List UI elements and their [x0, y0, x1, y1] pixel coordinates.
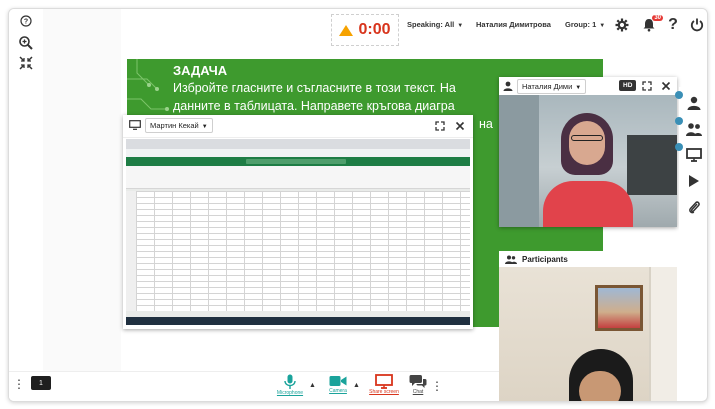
status-dot	[675, 143, 683, 151]
bottom-bar: ⋮ 1 Microphone ▲ Camera ▲ Share screen C…	[9, 371, 499, 401]
group-label: Group: 1	[565, 20, 597, 29]
person-clothing	[543, 181, 633, 227]
microphone-icon	[284, 374, 296, 389]
microphone-label: Microphone	[276, 390, 304, 396]
spreadsheet-grid	[136, 191, 470, 311]
paperclip-icon[interactable]	[683, 197, 705, 217]
notification-count: 30	[652, 15, 663, 21]
spreadsheet-ribbon	[126, 166, 470, 189]
power-icon[interactable]	[687, 15, 707, 35]
camera-button[interactable]: Camera	[323, 374, 353, 400]
chat-icon	[409, 375, 427, 388]
session-timer[interactable]: 0:00	[331, 14, 399, 46]
hd-badge[interactable]: HD	[619, 80, 637, 91]
monitor-icon	[375, 374, 393, 389]
top-bar: 0:00 Speaking: All ▼ Наталия Димитрова Gr…	[121, 9, 707, 46]
speaking-label: Speaking: All	[407, 20, 455, 29]
chevron-down-icon: ▼	[201, 124, 208, 130]
help-icon[interactable]: ?	[663, 15, 683, 35]
slide-text-line: на	[479, 117, 493, 131]
microphone-button[interactable]: Microphone	[275, 374, 305, 400]
right-toolbar	[675, 87, 707, 247]
browser-tabs	[126, 139, 470, 149]
participants-header: Participants	[499, 251, 677, 267]
person-glasses	[571, 135, 603, 141]
shared-spreadsheet	[126, 139, 470, 325]
share-screen-label: Share screen	[369, 389, 399, 395]
camera-window[interactable]: Наталия Дими ▼ HD	[499, 77, 677, 227]
more-options-icon[interactable]: ⋮	[431, 380, 443, 392]
wall-picture-frame	[595, 285, 643, 331]
spreadsheet-header	[126, 157, 470, 166]
gear-icon[interactable]	[612, 15, 632, 35]
more-options-icon[interactable]: ⋮	[13, 378, 25, 390]
camera-header: Наталия Дими ▼ HD	[499, 77, 677, 95]
page-number[interactable]: 1	[31, 376, 51, 390]
user-name[interactable]: Наталия Димитрова	[476, 20, 551, 29]
participants-title: Participants	[522, 254, 568, 264]
video-background	[499, 95, 539, 227]
timer-value: 0:00	[358, 21, 391, 38]
expand-icon[interactable]	[642, 81, 652, 91]
person-face	[579, 371, 621, 401]
play-icon[interactable]	[683, 171, 705, 191]
monitor-icon	[129, 120, 141, 130]
chevron-down-icon: ▼	[575, 85, 582, 91]
status-dot	[675, 91, 683, 99]
camera-user-name: Наталия Дими	[522, 82, 573, 91]
presenter-name: Мартин Кекай	[150, 121, 199, 130]
video-background	[627, 135, 677, 195]
caret-down-icon: ▼	[599, 23, 606, 29]
zoom-in-icon[interactable]	[15, 33, 37, 53]
browser-address-bar	[126, 149, 470, 157]
close-icon[interactable]	[455, 121, 465, 131]
status-dot	[675, 117, 683, 125]
video-camera-icon	[329, 376, 347, 386]
presenter-select[interactable]: Мартин Кекай ▼	[145, 118, 213, 133]
speaking-dropdown[interactable]: Speaking: All ▼	[407, 20, 463, 29]
slide-text-line: Избройте гласните и съгласните в този те…	[173, 81, 456, 95]
slide-title: ЗАДАЧА	[173, 63, 228, 78]
slide-text-line: данните в таблицата. Направете кръгова д…	[173, 99, 455, 113]
help-circle-icon[interactable]: ?	[15, 11, 37, 31]
user-icon[interactable]	[683, 93, 705, 113]
app-window: ? 0:00 Speaking: All ▼ Наталия Димитрова …	[8, 8, 708, 402]
fit-screen-icon[interactable]	[15, 53, 37, 73]
close-icon[interactable]	[661, 81, 671, 91]
person-face	[569, 121, 605, 165]
user-icon	[503, 81, 513, 91]
share-screen-button[interactable]: Share screen	[369, 374, 399, 400]
taskbar	[126, 317, 470, 325]
users-icon[interactable]	[683, 119, 705, 139]
caret-up-icon[interactable]: ▲	[309, 382, 316, 389]
users-icon	[505, 255, 517, 264]
caret-up-icon[interactable]: ▲	[353, 382, 360, 389]
notifications-bell[interactable]: 30	[639, 15, 663, 35]
teacher-video	[499, 95, 677, 227]
camera-user-select[interactable]: Наталия Дими ▼	[517, 79, 587, 94]
camera-label: Camera	[329, 388, 347, 394]
screen-share-window[interactable]: Мартин Кекай ▼	[123, 115, 473, 329]
expand-icon[interactable]	[435, 121, 445, 131]
row-headers	[126, 191, 136, 311]
warning-icon	[339, 24, 354, 36]
group-dropdown[interactable]: Group: 1 ▼	[565, 20, 605, 29]
whiteboard-area	[43, 9, 121, 371]
chat-button[interactable]: Chat	[403, 374, 433, 400]
svg-text:?: ?	[24, 19, 28, 26]
monitor-icon[interactable]	[683, 145, 705, 165]
chat-label: Chat	[412, 389, 424, 395]
participants-panel: Participants	[499, 251, 677, 401]
left-toolbar: ?	[9, 9, 44, 401]
caret-down-icon: ▼	[457, 23, 464, 29]
screen-share-header: Мартин Кекай ▼	[123, 115, 473, 138]
video-background	[649, 267, 677, 401]
participant-video[interactable]	[499, 267, 677, 401]
